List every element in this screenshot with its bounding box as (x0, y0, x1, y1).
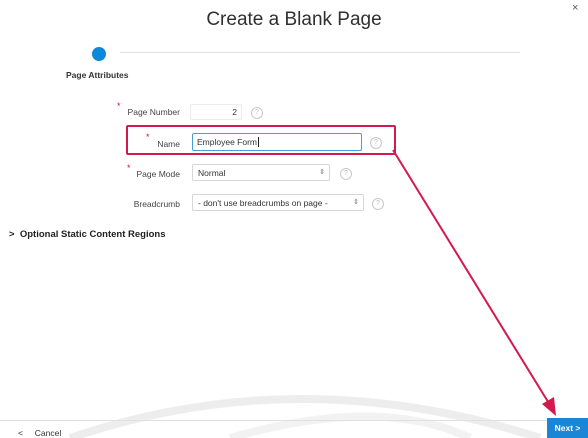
chevron-right-icon: > (575, 423, 581, 433)
next-button[interactable]: Next > (547, 418, 588, 438)
annotation-arrow (392, 149, 556, 416)
chevron-left-icon: < (18, 428, 23, 438)
next-label: Next (554, 423, 574, 433)
cancel-button[interactable]: < Cancel (18, 428, 61, 438)
footer-divider (0, 420, 588, 421)
cancel-label: Cancel (34, 428, 62, 438)
